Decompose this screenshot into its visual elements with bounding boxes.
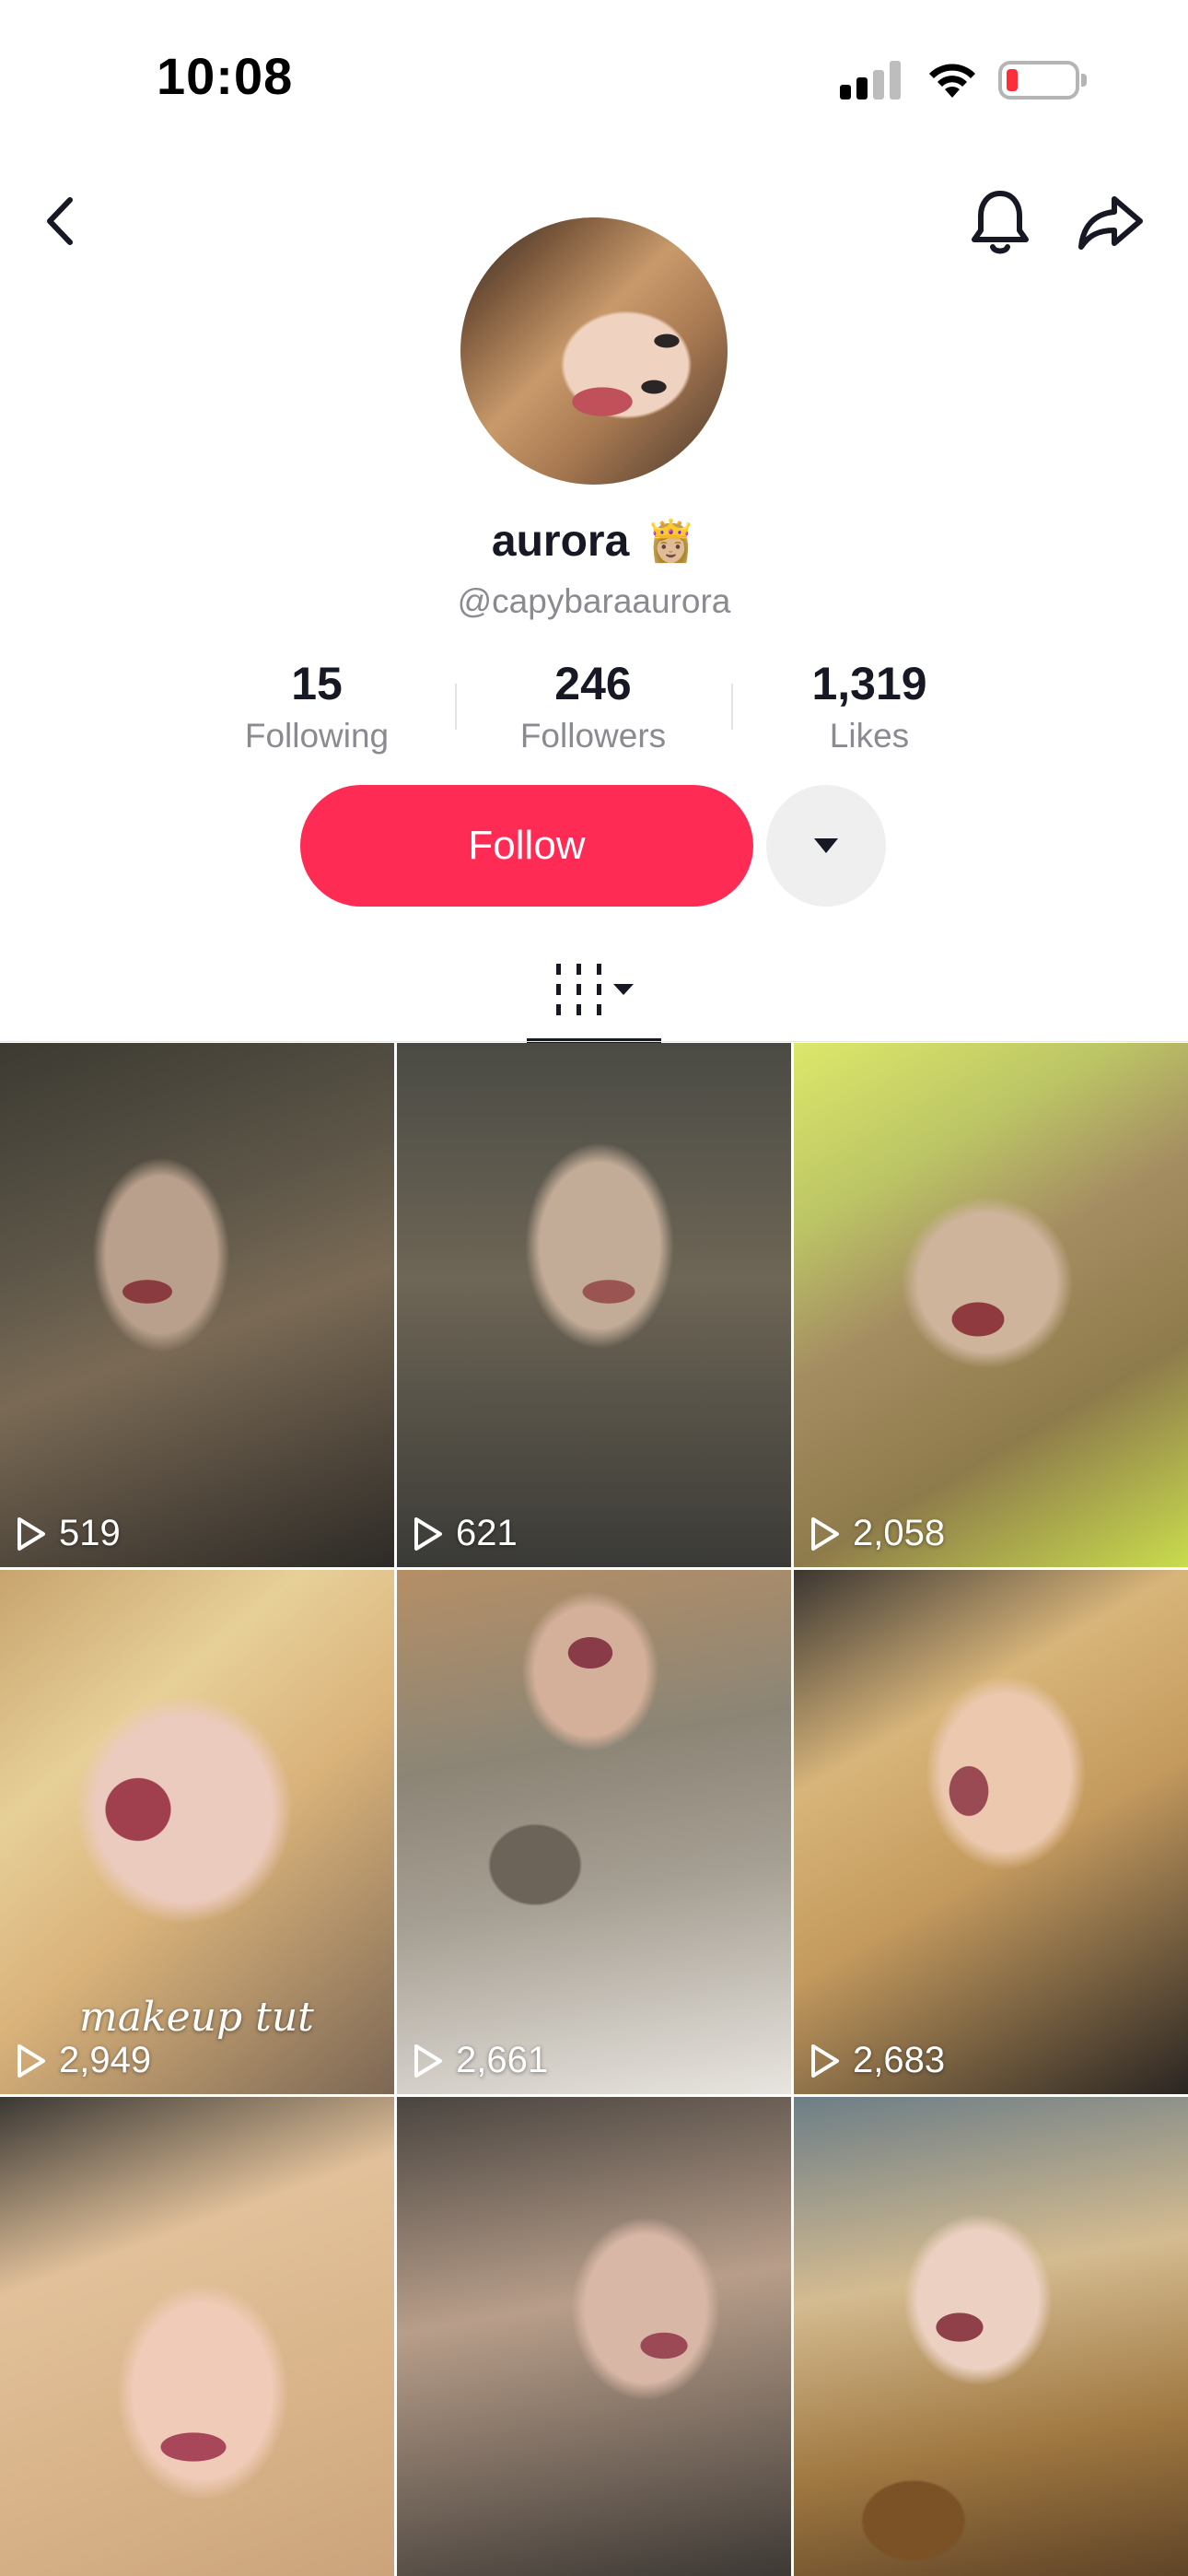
profile-page: 10:08 aurora 👸🏼 @capybaraaurora 15 Follo… bbox=[0, 0, 1188, 2576]
play-icon bbox=[811, 1516, 839, 1551]
stat-following-count: 15 bbox=[291, 658, 343, 709]
video-view-count: 2,058 bbox=[853, 1513, 946, 1553]
play-icon bbox=[17, 1516, 45, 1551]
stat-following[interactable]: 15 Following bbox=[179, 656, 455, 759]
stat-followers-count: 246 bbox=[554, 658, 632, 709]
wifi-icon bbox=[929, 64, 975, 98]
video-thumbnail[interactable] bbox=[794, 2097, 1188, 2576]
tab-divider bbox=[0, 1041, 1188, 1042]
stat-followers[interactable]: 246 Followers bbox=[455, 656, 731, 759]
cellular-signal-icon bbox=[840, 61, 904, 100]
play-icon bbox=[414, 2043, 442, 2078]
video-grid: 519 621 2,058 makeup tut 2,949 2,661 2,6… bbox=[0, 1043, 1188, 2576]
video-view-count: 2,683 bbox=[853, 2040, 946, 2080]
battery-icon bbox=[998, 61, 1079, 100]
follow-button[interactable]: Follow bbox=[300, 785, 753, 907]
back-chevron-icon[interactable] bbox=[33, 189, 88, 253]
video-view-count: 2,949 bbox=[59, 2040, 152, 2080]
videos-grid-icon bbox=[556, 964, 634, 1015]
avatar[interactable] bbox=[460, 217, 728, 485]
play-icon bbox=[414, 1516, 442, 1551]
bell-icon[interactable] bbox=[967, 186, 1033, 260]
video-thumbnail[interactable]: makeup tut 2,949 bbox=[0, 1570, 394, 2094]
stat-following-label: Following bbox=[244, 717, 390, 755]
share-arrow-icon[interactable] bbox=[1076, 190, 1146, 254]
video-view-count: 519 bbox=[59, 1513, 121, 1553]
stat-likes-count: 1,319 bbox=[811, 658, 927, 709]
video-thumbnail[interactable]: 2,661 bbox=[397, 1570, 791, 2094]
name-row: aurora 👸🏼 bbox=[0, 516, 1188, 567]
video-thumbnail[interactable] bbox=[397, 2097, 791, 2576]
tab-videos[interactable] bbox=[527, 947, 661, 1043]
video-thumbnail[interactable]: 2,683 bbox=[794, 1570, 1188, 2094]
stat-likes-label: Likes bbox=[829, 717, 910, 755]
status-time: 10:08 bbox=[157, 47, 294, 105]
video-thumbnail[interactable]: 621 bbox=[397, 1043, 791, 1567]
username-handle: @capybaraaurora bbox=[457, 582, 731, 620]
status-bar: 10:08 bbox=[0, 0, 1188, 157]
video-view-count: 2,661 bbox=[456, 2040, 549, 2080]
video-caption: makeup tut bbox=[79, 1994, 314, 2041]
play-icon bbox=[17, 2043, 45, 2078]
video-thumbnail[interactable] bbox=[0, 2097, 394, 2576]
display-name: aurora bbox=[491, 517, 630, 566]
play-icon bbox=[811, 2043, 839, 2078]
video-thumbnail[interactable]: 519 bbox=[0, 1043, 394, 1567]
princess-emoji: 👸🏼 bbox=[646, 518, 697, 564]
caret-down-icon bbox=[814, 838, 838, 853]
stat-likes[interactable]: 1,319 Likes bbox=[731, 656, 1007, 759]
video-view-count: 621 bbox=[456, 1513, 518, 1553]
suggested-accounts-button[interactable] bbox=[766, 785, 886, 907]
video-thumbnail[interactable]: 2,058 bbox=[794, 1043, 1188, 1567]
stat-followers-label: Followers bbox=[519, 717, 667, 755]
